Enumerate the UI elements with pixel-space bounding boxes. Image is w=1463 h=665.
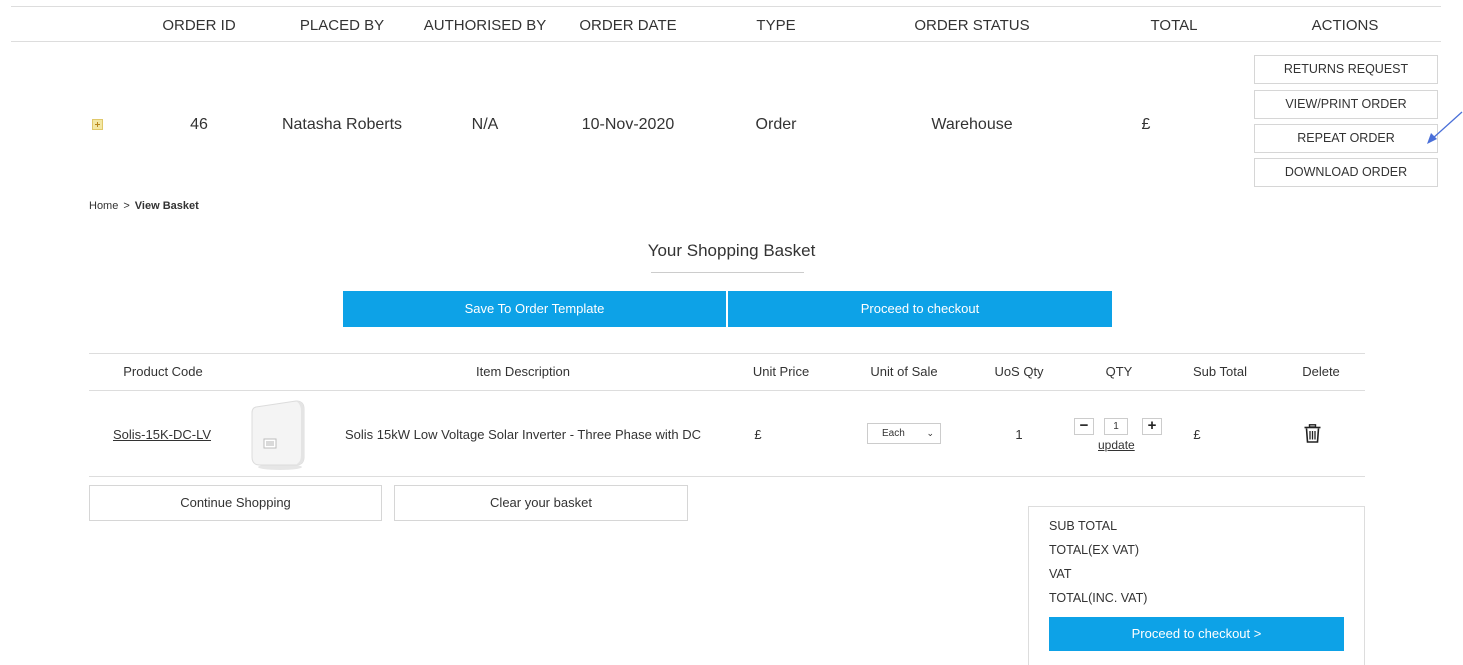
uos-qty: 1 <box>1015 427 1023 442</box>
unit-of-sale-value: Each <box>882 428 905 439</box>
th-product-code: Product Code <box>123 364 203 379</box>
authorised-by: N/A <box>471 116 499 133</box>
continue-shopping-button[interactable]: Continue Shopping <box>89 485 382 521</box>
th-qty: QTY <box>1105 364 1133 379</box>
th-delete: Delete <box>1302 364 1340 379</box>
basket-table: Product Code Item Description Unit Price… <box>89 353 1365 477</box>
placed-by: Natasha Roberts <box>281 116 403 133</box>
sub-total-label: SUB TOTAL <box>1049 519 1118 533</box>
breadcrumb-home[interactable]: Home <box>89 200 118 212</box>
item-description: Solis 15kW Low Voltage Solar Inverter - … <box>345 427 701 442</box>
save-to-order-template-button[interactable]: Save To Order Template <box>343 291 726 327</box>
annotation-arrow-icon <box>1427 111 1463 144</box>
expand-plus-icon[interactable] <box>92 119 103 130</box>
clear-basket-button[interactable]: Clear your basket <box>394 485 688 521</box>
unit-of-sale-select[interactable]: Each ⌄ <box>867 423 941 444</box>
unit-price: £ <box>754 427 762 442</box>
qty-increase-button[interactable]: + <box>1142 418 1162 435</box>
header-order-id: ORDER ID <box>162 17 236 34</box>
view-print-order-button[interactable]: VIEW/PRINT ORDER <box>1254 90 1438 119</box>
th-sub-total: Sub Total <box>1193 364 1247 379</box>
totals-panel: SUB TOTAL TOTAL(EX VAT) VAT TOTAL(INC. V… <box>1028 506 1365 665</box>
header-actions: ACTIONS <box>1311 17 1379 34</box>
title-divider <box>651 272 804 273</box>
proceed-to-checkout-button[interactable]: Proceed to checkout <box>728 291 1112 327</box>
total-ex-vat-label: TOTAL(EX VAT) <box>1049 543 1140 557</box>
th-unit-price: Unit Price <box>752 364 810 379</box>
th-uos-qty: UoS Qty <box>994 364 1044 379</box>
sub-total: £ <box>1193 427 1201 442</box>
order-id: 46 <box>190 116 208 133</box>
trash-icon[interactable] <box>1304 424 1321 443</box>
header-order-status: ORDER STATUS <box>914 17 1030 34</box>
inverter-product-image <box>251 400 305 470</box>
breadcrumb-separator: > <box>123 200 130 212</box>
update-qty-link[interactable]: update <box>1098 438 1135 452</box>
repeat-order-button[interactable]: REPEAT ORDER <box>1254 124 1438 153</box>
qty-decrease-button[interactable]: − <box>1074 418 1094 435</box>
chevron-down-icon: ⌄ <box>926 428 934 438</box>
header-order-date: ORDER DATE <box>579 17 677 34</box>
qty-input[interactable]: 1 <box>1104 418 1128 435</box>
order-status: Warehouse <box>931 116 1013 133</box>
proceed-to-checkout-bottom-button[interactable]: Proceed to checkout > <box>1049 617 1344 651</box>
breadcrumb: Home > View Basket <box>89 200 199 212</box>
returns-request-button[interactable]: RETURNS REQUEST <box>1254 55 1438 84</box>
th-item-description: Item Description <box>476 364 570 379</box>
order-type: Order <box>755 116 797 133</box>
order-date: 10-Nov-2020 <box>581 116 675 133</box>
orders-table-header: ORDER ID PLACED BY AUTHORISED BY ORDER D… <box>11 6 1441 42</box>
order-total: £ <box>1141 116 1151 133</box>
header-total: TOTAL <box>1150 17 1198 34</box>
total-inc-vat-label: TOTAL(INC. VAT) <box>1049 591 1148 605</box>
download-order-button[interactable]: DOWNLOAD ORDER <box>1254 158 1438 187</box>
vat-label: VAT <box>1049 567 1072 581</box>
header-divider <box>89 390 1365 391</box>
th-unit-of-sale: Unit of Sale <box>870 364 938 379</box>
header-authorised-by: AUTHORISED BY <box>423 17 547 34</box>
page-title: Your Shopping Basket <box>647 241 816 260</box>
header-placed-by: PLACED BY <box>299 17 385 34</box>
header-type: TYPE <box>756 17 796 34</box>
product-code-link[interactable]: Solis-15K-DC-LV <box>113 427 211 442</box>
breadcrumb-current: View Basket <box>134 200 199 212</box>
